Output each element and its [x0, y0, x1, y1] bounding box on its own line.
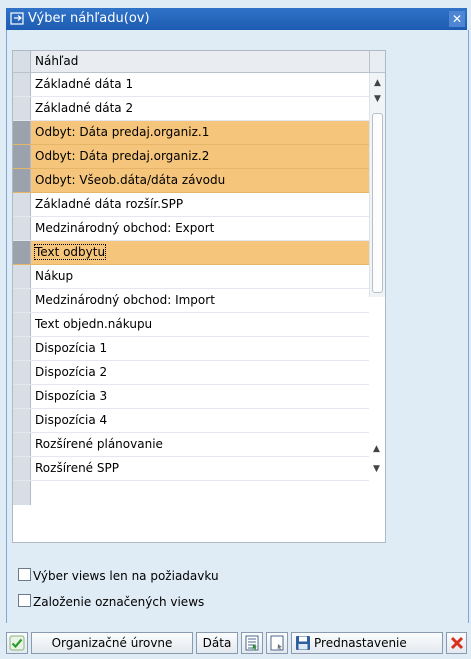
table-header: Náhľad	[13, 51, 369, 73]
row-selector[interactable]	[13, 121, 31, 144]
row-label: Základné dáta 1	[35, 77, 134, 91]
row-selector[interactable]	[13, 361, 31, 384]
row-label: Odbyt: Všeob.dáta/dáta závodu	[35, 173, 226, 187]
table-row[interactable]: Odbyt: Dáta predaj.organiz.2	[13, 145, 369, 169]
table-row[interactable]: Dispozícia 1	[13, 337, 369, 361]
row-label: Odbyt: Dáta predaj.organiz.1	[35, 125, 210, 139]
window-icon	[10, 12, 24, 25]
create-selected-views-checkbox[interactable]	[18, 594, 31, 607]
data-button[interactable]: Dáta	[196, 632, 238, 654]
column-header-view: Náhľad	[35, 54, 79, 68]
table-row[interactable]: Rozšírené plánovanie	[13, 433, 369, 457]
row-selector[interactable]	[13, 313, 31, 336]
row-label: Dispozícia 3	[35, 389, 108, 403]
table-settings-corner[interactable]	[369, 51, 385, 73]
close-icon[interactable]: ✕	[449, 11, 465, 27]
bottom-toolbar: Organizačné úrovne Dáta Prednastavenie	[6, 632, 467, 654]
row-selector[interactable]	[13, 385, 31, 408]
row-selector[interactable]	[13, 457, 31, 480]
row-selector	[13, 481, 31, 505]
page-down-icon[interactable]: ▼	[369, 461, 384, 477]
table-row[interactable]: Text odbytu	[13, 241, 369, 265]
table-row[interactable]: Základné dáta rozšír.SPP	[13, 193, 369, 217]
row-label: Nákup	[35, 269, 74, 283]
scroll-down-icon[interactable]: ▼	[370, 91, 385, 107]
cancel-icon	[450, 636, 464, 650]
row-label: Medzinárodný obchod: Export	[35, 221, 215, 235]
row-label: Rozšírené plánovanie	[35, 437, 163, 451]
table-row-empty	[13, 481, 369, 505]
table-row[interactable]: Medzinárodný obchod: Export	[13, 217, 369, 241]
table-row[interactable]: Odbyt: Dáta predaj.organiz.1	[13, 121, 369, 145]
select-all-cell[interactable]	[13, 51, 31, 72]
title-bar-strip: Výber náhľadu(ov) ✕	[6, 8, 467, 30]
table-row[interactable]: Dispozícia 2	[13, 361, 369, 385]
row-label: Dispozícia 2	[35, 365, 108, 379]
row-selector[interactable]	[13, 169, 31, 192]
select-all-icon	[245, 635, 259, 651]
page-scroll-controls: ▲ ▼	[369, 429, 385, 477]
row-selector[interactable]	[13, 193, 31, 216]
window-title: Výber náhľadu(ov)	[28, 11, 150, 26]
row-label: Rozšírené SPP	[35, 461, 119, 475]
page-up-icon[interactable]: ▲	[369, 441, 384, 457]
table-row[interactable]: Medzinárodný obchod: Import	[13, 289, 369, 313]
org-levels-button[interactable]: Organizačné úrovne	[31, 632, 193, 654]
table-row[interactable]: Dispozícia 3	[13, 385, 369, 409]
row-label: Text objedn.nákupu	[35, 317, 153, 331]
views-on-request-checkbox[interactable]	[18, 568, 31, 581]
default-button[interactable]: Prednastavenie	[291, 632, 443, 654]
cancel-button[interactable]	[446, 632, 467, 654]
row-selector[interactable]	[13, 241, 31, 264]
table-row[interactable]: Základné dáta 2	[13, 97, 369, 121]
views-table: Náhľad Základné dáta 1 Základné dáta 2 O…	[12, 50, 386, 543]
row-selector[interactable]	[13, 73, 31, 96]
table-row[interactable]: Základné dáta 1	[13, 73, 369, 97]
option-create-selected-views[interactable]: Založenie označených views	[18, 594, 204, 612]
select-all-button[interactable]	[241, 632, 263, 654]
checkmark-icon	[9, 635, 25, 651]
table-row[interactable]: Nákup	[13, 265, 369, 289]
row-selector[interactable]	[13, 265, 31, 288]
default-button-label: Prednastavenie	[314, 636, 407, 650]
row-label: Odbyt: Dáta predaj.organiz.2	[35, 149, 210, 163]
option-views-on-request[interactable]: Výber views len na požiadavku	[18, 568, 219, 586]
save-icon	[296, 636, 310, 650]
row-selector[interactable]	[13, 145, 31, 168]
row-label: Základné dáta 2	[35, 101, 134, 115]
scroll-up-icon[interactable]: ▲	[370, 75, 385, 91]
create-selected-views-label: Založenie označených views	[33, 595, 205, 609]
table-row[interactable]: Odbyt: Všeob.dáta/dáta závodu	[13, 169, 369, 193]
row-selector[interactable]	[13, 217, 31, 240]
table-row[interactable]: Rozšírené SPP	[13, 457, 369, 481]
table-row[interactable]: Dispozícia 4	[13, 409, 369, 433]
row-label: Dispozícia 4	[35, 413, 108, 427]
vertical-scrollbar[interactable]: ▲ ▼	[369, 73, 385, 297]
table-row[interactable]: Text objedn.nákupu	[13, 313, 369, 337]
row-selector[interactable]	[13, 97, 31, 120]
row-label: Text odbytu	[33, 244, 107, 260]
row-label: Dispozícia 1	[35, 341, 108, 355]
row-label: Medzinárodný obchod: Import	[35, 293, 215, 307]
dialog-body: Náhľad Základné dáta 1 Základné dáta 2 O…	[6, 30, 469, 623]
deselect-all-icon	[270, 635, 284, 651]
row-selector[interactable]	[13, 433, 31, 456]
row-label: Základné dáta rozšír.SPP	[35, 197, 184, 211]
row-selector[interactable]	[13, 409, 31, 432]
confirm-button[interactable]	[6, 632, 28, 654]
row-selector[interactable]	[13, 289, 31, 312]
row-selector[interactable]	[13, 337, 31, 360]
views-on-request-label: Výber views len na požiadavku	[33, 569, 219, 583]
scrollbar-thumb[interactable]	[372, 113, 383, 293]
deselect-all-button[interactable]	[266, 632, 288, 654]
